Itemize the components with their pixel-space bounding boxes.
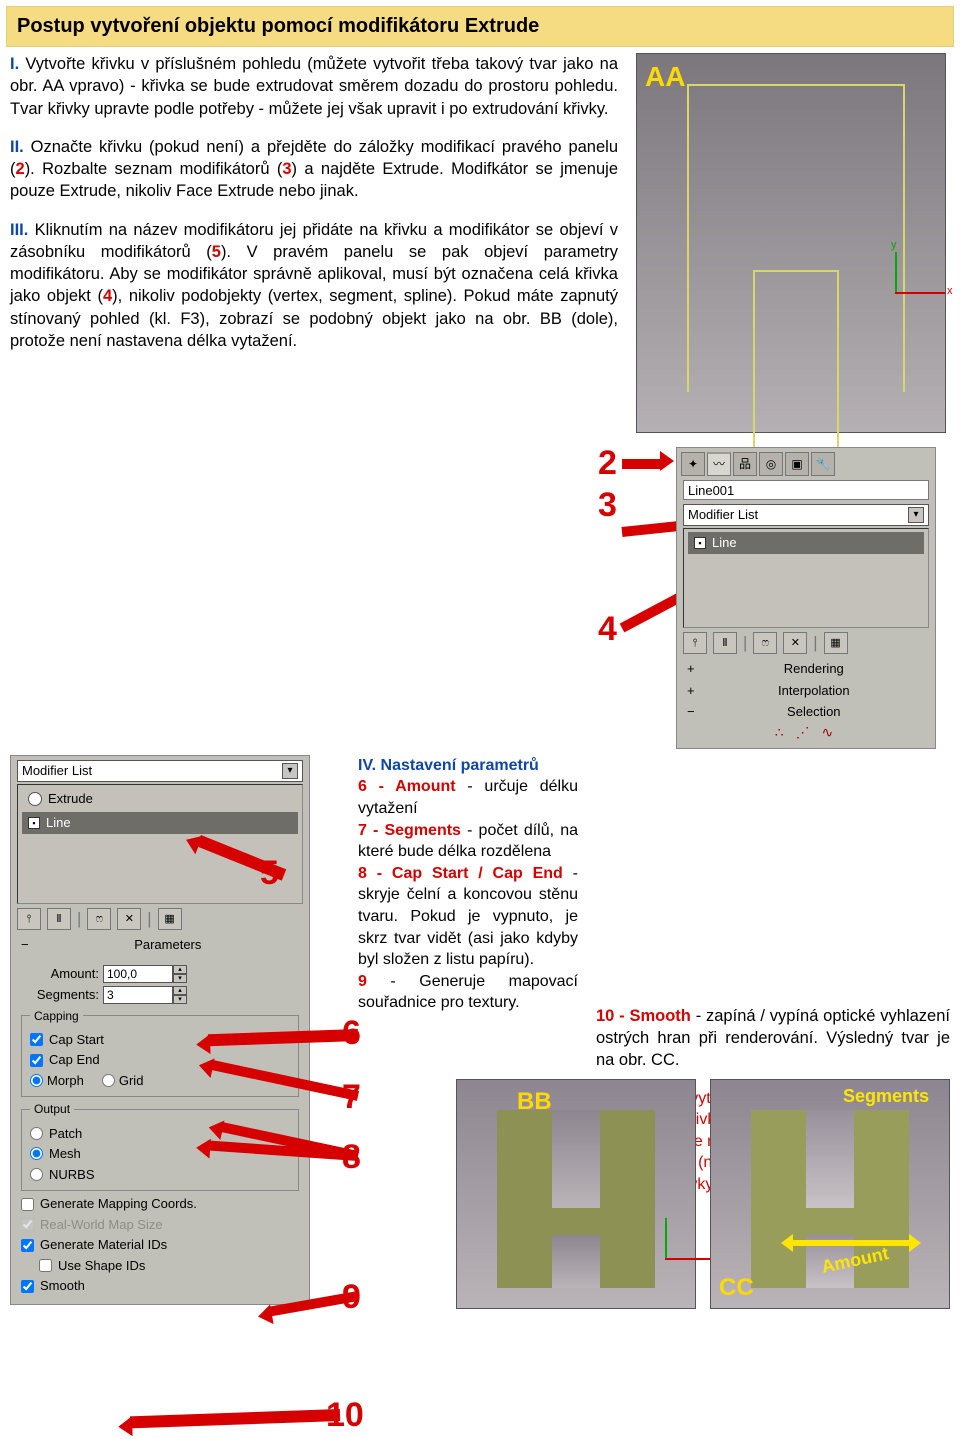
configure-sets-icon[interactable]: ▦ [158,908,182,930]
real-world-checkbox [21,1218,34,1231]
extrude-parameters-panel: Modifier List ▾ Extrude ▪ Line ⫯ Ⅱ [10,755,310,1305]
spin-up-icon[interactable]: ▴ [173,986,187,995]
callout-3: 3 [598,483,617,529]
remove-modifier-icon[interactable]: ✕ [783,632,807,654]
spin-down-icon[interactable]: ▾ [173,974,187,983]
curve-shape [687,84,905,392]
viewport-aa: AA xy [636,53,946,433]
step-2-lead: II. [10,138,24,156]
show-end-result-icon[interactable]: Ⅱ [713,632,737,654]
gen-material-checkbox[interactable] [21,1239,34,1252]
cap-end-checkbox[interactable] [30,1054,43,1067]
pin-stack-icon[interactable]: ⫯ [683,632,707,654]
label-cc: CC [719,1272,754,1304]
preview-cc: Segments Amount CC [710,1079,950,1309]
tab-utilities-icon[interactable]: 🔧 [811,452,835,476]
stack-toolbar-left: ⫯ Ⅱ | ෆ ✕ | ▦ [17,908,303,930]
modifier-stack[interactable]: ▪ Line [683,528,929,628]
rollout-rendering[interactable]: +Rendering [683,658,929,680]
label-segments: Segments [843,1084,929,1108]
subobject-icons[interactable]: ∴ ⋰ ∿ [683,723,929,742]
cmd-panel-tabs: ✦ 〰 品 ◎ ▣ 🔧 [677,448,935,478]
page-title: Postup vytvoření objektu pomocí modifiká… [6,6,954,47]
amount-input[interactable] [103,965,173,983]
object-name-field[interactable]: Line001 [683,480,929,500]
stack-item-line[interactable]: ▪ Line [22,812,298,834]
stack-item-extrude[interactable]: Extrude [22,788,298,810]
tab-modify-icon[interactable]: 〰 [707,452,731,476]
mesh-radio[interactable] [30,1147,43,1160]
make-unique-icon[interactable]: ෆ [87,908,111,930]
spin-up-icon[interactable]: ▴ [173,965,187,974]
remove-modifier-icon[interactable]: ✕ [117,908,141,930]
configure-sets-icon[interactable]: ▦ [824,632,848,654]
stack-toolbar: ⫯ Ⅱ | ෆ ✕ | ▦ [683,632,929,654]
smooth-checkbox[interactable] [21,1280,34,1293]
tab-display-icon[interactable]: ▣ [785,452,809,476]
smooth-note: 10 - Smooth - zapíná / vypíná optické vy… [596,1005,950,1072]
rollout-selection[interactable]: −Selection [683,701,929,723]
use-shape-ids-checkbox[interactable] [39,1259,52,1272]
make-unique-icon[interactable]: ෆ [753,632,777,654]
tab-motion-icon[interactable]: ◎ [759,452,783,476]
step-1-lead: I. [10,55,19,73]
morph-radio[interactable] [30,1074,43,1087]
pin-stack-icon[interactable]: ⫯ [17,908,41,930]
callout-4: 4 [598,607,617,653]
stack-item-line[interactable]: ▪ Line [688,532,924,554]
cap-start-checkbox[interactable] [30,1033,43,1046]
tab-create-icon[interactable]: ✦ [681,452,705,476]
tab-hierarchy-icon[interactable]: 品 [733,452,757,476]
nurbs-radio[interactable] [30,1168,43,1181]
amount-label: Amount: [21,965,99,983]
callout-2: 2 [598,441,617,487]
step-3: III. Kliknutím na název modifikátoru jej… [10,219,618,353]
command-panel: ✦ 〰 品 ◎ ▣ 🔧 Line001 Modifier List ▾ [676,447,936,749]
segments-spinner[interactable]: ▴▾ [103,986,187,1004]
segments-label: Segments: [21,986,99,1004]
modifier-list-dropdown-left[interactable]: Modifier List ▾ [17,760,303,782]
lightbulb-icon[interactable] [28,792,42,806]
expand-icon[interactable]: ▪ [694,537,706,549]
chevron-down-icon[interactable]: ▾ [282,763,298,779]
rollout-interpolation[interactable]: +Interpolation [683,680,929,702]
capping-group: Capping Cap Start Cap End Morph Grid [21,1008,299,1098]
modifier-list-dropdown[interactable]: Modifier List ▾ [683,504,929,526]
segments-input[interactable] [103,986,173,1004]
expand-icon[interactable]: ▪ [28,817,40,829]
rollout-parameters[interactable]: −Parameters [17,934,303,956]
step-2: II. Označte křivku (pokud není) a přejdě… [10,136,618,203]
grid-radio[interactable] [102,1074,115,1087]
show-end-result-icon[interactable]: Ⅱ [47,908,71,930]
label-aa: AA [645,58,685,96]
patch-radio[interactable] [30,1127,43,1140]
spin-down-icon[interactable]: ▾ [173,995,187,1004]
preview-bb: BB [456,1079,696,1309]
step-3-lead: III. [10,221,28,239]
step-1: I. Vytvořte křivku v příslušném pohledu … [10,53,618,120]
gen-mapping-checkbox[interactable] [21,1198,34,1211]
amount-spinner[interactable]: ▴▾ [103,965,187,983]
chevron-down-icon[interactable]: ▾ [908,507,924,523]
